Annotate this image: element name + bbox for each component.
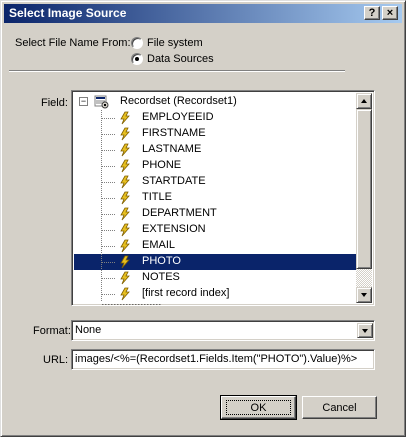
field-bolt-icon [118, 271, 132, 285]
radio-selected-dot [135, 57, 139, 61]
format-dropdown-button[interactable] [357, 323, 373, 338]
tree-item-label: [first record index] [142, 287, 230, 299]
tree-item-label: TITLE [142, 191, 172, 203]
chevron-up-icon [361, 99, 367, 103]
tree-item[interactable]: EMAIL [74, 238, 370, 254]
radio-file-system-label[interactable]: File system [147, 37, 203, 49]
tree-connector [102, 150, 116, 151]
field-bolt-icon [118, 159, 132, 173]
title-bar[interactable]: Select Image Source ? × [4, 4, 402, 23]
tree-item-label: PHOTO [142, 255, 181, 267]
tree-item-label: FIRSTNAME [142, 127, 206, 139]
tree-connector [102, 230, 116, 231]
chevron-down-icon [361, 293, 367, 297]
help-button[interactable]: ? [364, 6, 380, 20]
tree-connector [102, 278, 116, 279]
tree-connector [102, 198, 116, 199]
radio-data-sources[interactable]: Data Sources [130, 52, 280, 68]
tree-connector [102, 134, 116, 135]
separator-highlight [9, 71, 345, 72]
radio-file-system[interactable]: File system [130, 36, 280, 52]
ok-button[interactable]: OK [220, 395, 297, 420]
field-bolt-icon [118, 287, 132, 301]
tree-item[interactable]: STARTDATE [74, 174, 370, 190]
url-field[interactable]: images/<%=(Recordset1.Fields.Item("PHOTO… [71, 349, 375, 370]
field-bolt-icon [118, 207, 132, 221]
tree-connector [102, 246, 116, 247]
tree-item[interactable]: DEPARTMENT [74, 206, 370, 222]
collapse-toggle[interactable]: − [79, 97, 88, 106]
field-bolt-icon [118, 223, 132, 237]
partial-row [102, 304, 162, 305]
url-label: URL: [43, 354, 69, 366]
url-value: images/<%=(Recordset1.Fields.Item("PHOTO… [75, 353, 358, 365]
tree-item[interactable]: NOTES [74, 270, 370, 286]
tree-item-label: NOTES [142, 271, 180, 283]
field-bolt-icon [118, 143, 132, 157]
cancel-button-label: Cancel [322, 401, 357, 414]
chevron-down-icon [362, 329, 368, 333]
tree-connector [102, 182, 116, 183]
tree-item-label: EMAIL [142, 239, 176, 251]
tree-connector [102, 262, 116, 263]
tree-root[interactable]: − Recordset (Recordset1) [74, 94, 354, 110]
tree-item-label: EXTENSION [142, 223, 206, 235]
tree-item[interactable]: PHOTO [74, 254, 370, 270]
tree-connector [102, 214, 116, 215]
tree-item[interactable]: EXTENSION [74, 222, 370, 238]
window-title: Select Image Source [9, 6, 127, 20]
dialog-window: Select Image Source ? × Select File Name… [0, 0, 406, 437]
tree-connector [102, 294, 116, 295]
field-label: Field: [41, 97, 68, 109]
field-bolt-icon [118, 175, 132, 189]
field-bolt-icon [118, 127, 132, 141]
scroll-thumb[interactable] [356, 109, 372, 269]
tree-item[interactable]: [first record index] [74, 286, 370, 302]
tree-connector [102, 118, 116, 119]
field-bolt-icon [118, 111, 132, 125]
radio-file-system-circle[interactable] [131, 37, 143, 49]
radio-data-sources-label[interactable]: Data Sources [147, 53, 214, 65]
tree-item[interactable]: TITLE [74, 190, 370, 206]
radio-data-sources-circle[interactable] [131, 53, 143, 65]
tree-items: EMPLOYEEID FIRSTNAME LASTNAME PHONE STARTDAT… [74, 110, 370, 305]
tree-item[interactable]: LASTNAME [74, 142, 370, 158]
tree-item-label: LASTNAME [142, 143, 202, 155]
field-tree[interactable]: − Recordset (Recordset1) EMPLOYEEID FIRST… [71, 90, 375, 306]
tree-item-label: DEPARTMENT [142, 207, 217, 219]
recordset-icon [94, 95, 109, 109]
tree-item-label: STARTDATE [142, 175, 206, 187]
format-value: None [75, 324, 102, 336]
field-bolt-icon [118, 255, 132, 269]
tree-item-label: PHONE [142, 159, 182, 171]
format-label: Format: [33, 325, 71, 337]
close-button[interactable]: × [382, 6, 398, 20]
tree-item[interactable]: PHONE [74, 158, 370, 174]
tree-item-label: EMPLOYEEID [142, 111, 214, 123]
tree-root-label: Recordset (Recordset1) [120, 95, 237, 107]
source-label: Select File Name From: [15, 37, 131, 49]
scroll-down-button[interactable] [356, 287, 372, 303]
tree-connector [102, 166, 116, 167]
format-select[interactable]: None [71, 320, 375, 341]
tree-item[interactable]: FIRSTNAME [74, 126, 370, 142]
tree-item[interactable]: EMPLOYEEID [74, 110, 370, 126]
field-bolt-icon [118, 191, 132, 205]
field-bolt-icon [118, 239, 132, 253]
cancel-button[interactable]: Cancel [302, 396, 377, 419]
focus-indicator [226, 400, 291, 415]
scroll-up-button[interactable] [356, 93, 372, 109]
